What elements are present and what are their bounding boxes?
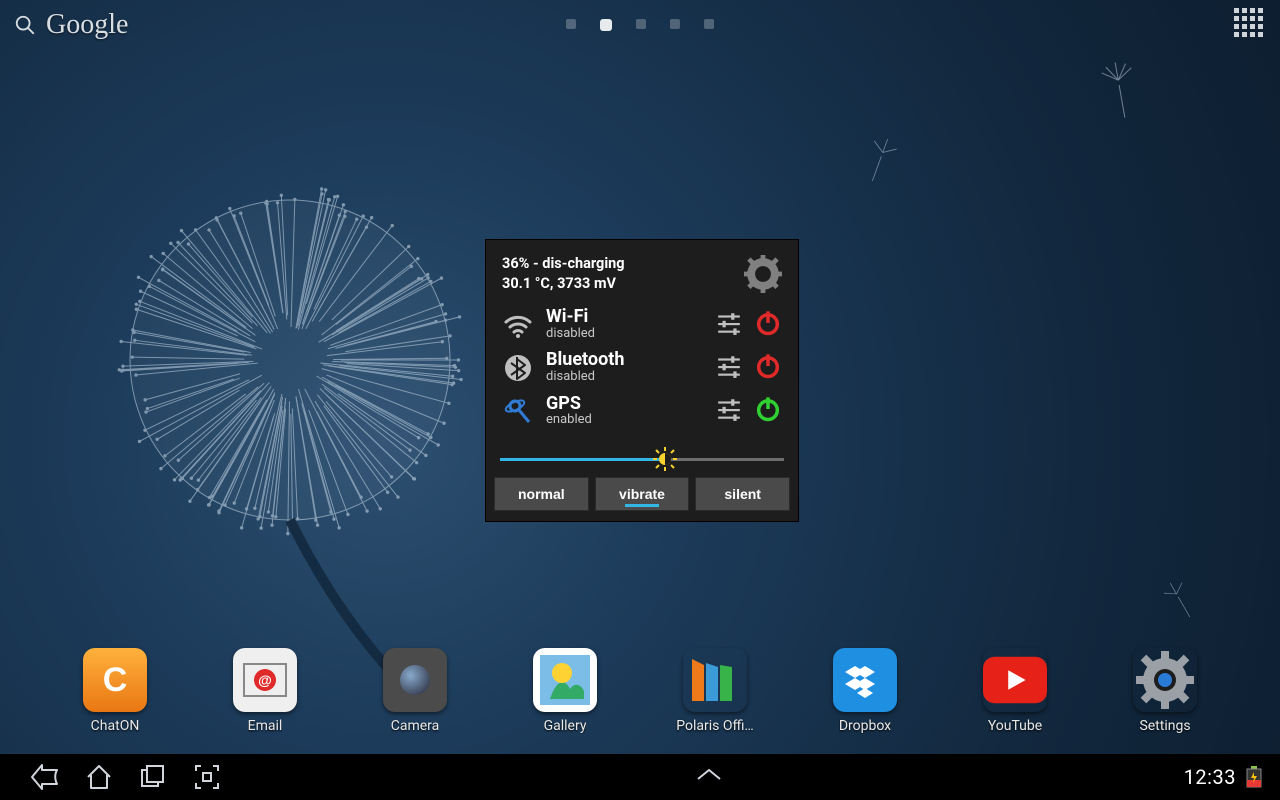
- polaris-icon: [683, 648, 747, 712]
- app-label: Email: [248, 718, 283, 734]
- youtube-icon: [983, 648, 1047, 712]
- back-icon: [30, 762, 60, 792]
- app-dock: C ChatON @ Email Camera Gallery Polaris Offi… D…: [0, 638, 1280, 754]
- app-label: Settings: [1139, 718, 1190, 734]
- wifi-icon: [502, 310, 534, 340]
- power-control-widget: 36% - dis-charging 30.1 °C, 3733 mV Wi-F…: [485, 239, 799, 522]
- sound-mode-group: normalvibratesilent: [494, 477, 790, 511]
- wallpaper-seed: [1151, 571, 1208, 628]
- chevron-up-icon: [692, 765, 726, 785]
- home-page-indicator[interactable]: [566, 19, 714, 31]
- app-label: Gallery: [544, 718, 587, 734]
- gallery-icon: [533, 648, 597, 712]
- brightness-slider[interactable]: [500, 447, 784, 471]
- gear-icon[interactable]: [744, 255, 782, 293]
- slider-fill: [500, 458, 665, 461]
- app-settings[interactable]: Settings: [1120, 648, 1210, 734]
- toggle-row-wifi: Wi-Fidisabled: [494, 303, 790, 346]
- gps-power-button[interactable]: [754, 395, 782, 427]
- app-label: ChatON: [91, 718, 140, 734]
- screenshot-icon: [192, 762, 222, 792]
- dropbox-icon: [833, 648, 897, 712]
- gps-settings-button[interactable]: [716, 396, 742, 426]
- recent-apps-button[interactable]: [126, 754, 180, 800]
- bluetooth-label[interactable]: Bluetoothdisabled: [546, 351, 704, 384]
- back-button[interactable]: [18, 754, 72, 800]
- page-dot-3[interactable]: [670, 19, 680, 29]
- app-label: Camera: [391, 718, 440, 734]
- system-nav-bar: 12:33: [0, 754, 1280, 800]
- wifi-status: disabled: [546, 327, 704, 341]
- page-dot-0[interactable]: [566, 19, 576, 29]
- camera-icon: [383, 648, 447, 712]
- page-dot-4[interactable]: [704, 19, 714, 29]
- bluetooth-title: Bluetooth: [546, 351, 704, 370]
- page-dot-2[interactable]: [636, 19, 646, 29]
- app-youtube[interactable]: YouTube: [970, 648, 1060, 734]
- bluetooth-settings-button[interactable]: [716, 353, 742, 383]
- email-icon: @: [233, 648, 297, 712]
- wifi-title: Wi-Fi: [546, 308, 704, 327]
- battery-line1: 36% - dis-charging: [502, 254, 625, 274]
- settings-icon: [1133, 648, 1197, 712]
- battery-line2: 30.1 °C, 3733 mV: [502, 274, 625, 294]
- toggle-row-bluetooth: Bluetoothdisabled: [494, 346, 790, 389]
- recent-icon: [138, 762, 168, 792]
- bluetooth-icon: [502, 353, 534, 383]
- apps-drawer-button[interactable]: [1232, 6, 1266, 44]
- gps-status: enabled: [546, 413, 704, 427]
- page-dot-1[interactable]: [600, 19, 612, 31]
- gps-label[interactable]: GPSenabled: [546, 395, 704, 428]
- wifi-settings-button[interactable]: [716, 310, 742, 340]
- notification-expand-button[interactable]: [692, 765, 726, 789]
- home-button[interactable]: [72, 754, 126, 800]
- sound-mode-silent[interactable]: silent: [695, 477, 790, 511]
- battery-icon[interactable]: [1246, 766, 1262, 788]
- google-search[interactable]: Google: [14, 9, 128, 41]
- sound-mode-vibrate[interactable]: vibrate: [595, 477, 690, 511]
- app-label: Dropbox: [839, 718, 891, 734]
- launcher-top-bar: Google: [0, 0, 1280, 50]
- wifi-power-button[interactable]: [754, 309, 782, 341]
- brightness-icon: [653, 447, 677, 471]
- gps-title: GPS: [546, 395, 704, 414]
- wifi-label[interactable]: Wi-Fidisabled: [546, 308, 704, 341]
- app-gallery[interactable]: Gallery: [520, 648, 610, 734]
- app-label: Polaris Offi…: [676, 718, 754, 734]
- app-label: YouTube: [988, 718, 1042, 734]
- app-polaris[interactable]: Polaris Offi…: [670, 648, 760, 734]
- wallpaper-seed: [1085, 55, 1155, 125]
- apps-grid-icon: [1232, 6, 1266, 40]
- sound-mode-normal[interactable]: normal: [494, 477, 589, 511]
- home-icon: [84, 762, 114, 792]
- screenshot-button[interactable]: [180, 754, 234, 800]
- app-dropbox[interactable]: Dropbox: [820, 648, 910, 734]
- battery-status-text: 36% - dis-charging 30.1 °C, 3733 mV: [502, 254, 625, 293]
- app-chaton[interactable]: C ChatON: [70, 648, 160, 734]
- google-search-label: Google: [46, 9, 128, 41]
- search-icon: [14, 14, 36, 36]
- toggle-row-gps: GPSenabled: [494, 390, 790, 433]
- wallpaper-dandelion: [110, 170, 530, 710]
- gps-icon: [502, 396, 534, 426]
- app-camera[interactable]: Camera: [370, 648, 460, 734]
- bluetooth-power-button[interactable]: [754, 352, 782, 384]
- status-clock[interactable]: 12:33: [1184, 765, 1236, 789]
- app-email[interactable]: @ Email: [220, 648, 310, 734]
- wallpaper-seed: [849, 129, 911, 191]
- chaton-icon: C: [83, 648, 147, 712]
- bluetooth-status: disabled: [546, 370, 704, 384]
